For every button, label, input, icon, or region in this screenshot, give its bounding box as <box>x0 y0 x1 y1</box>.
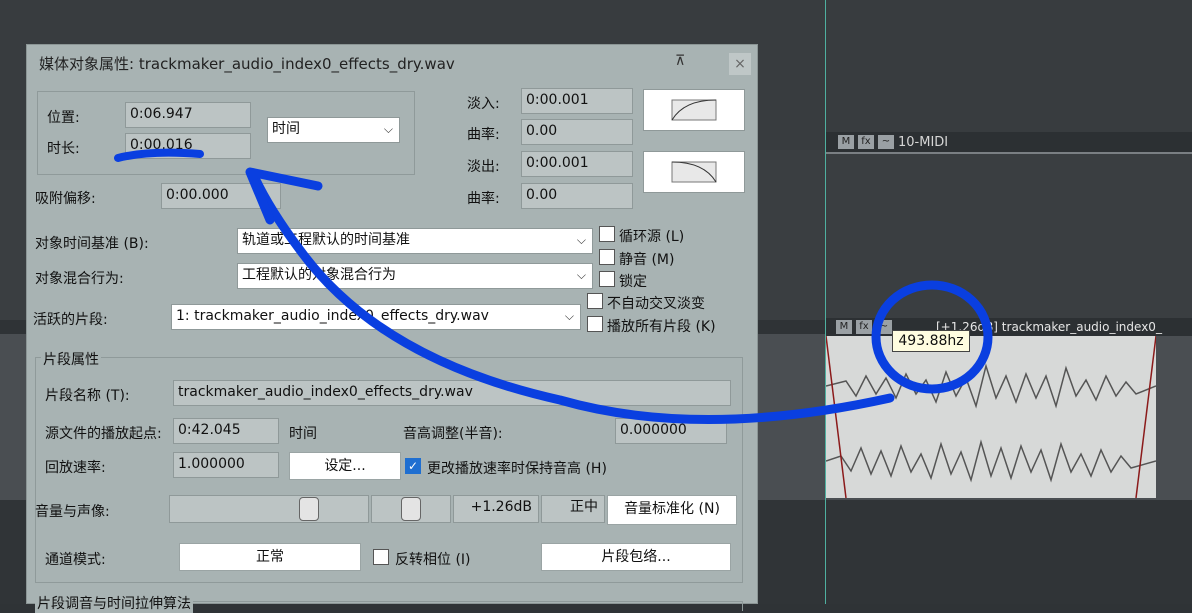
annotation-underline <box>114 148 204 162</box>
annotation-circle <box>871 280 993 394</box>
annotation-arrow-curve <box>250 173 895 424</box>
annotation-overlay <box>114 148 993 424</box>
